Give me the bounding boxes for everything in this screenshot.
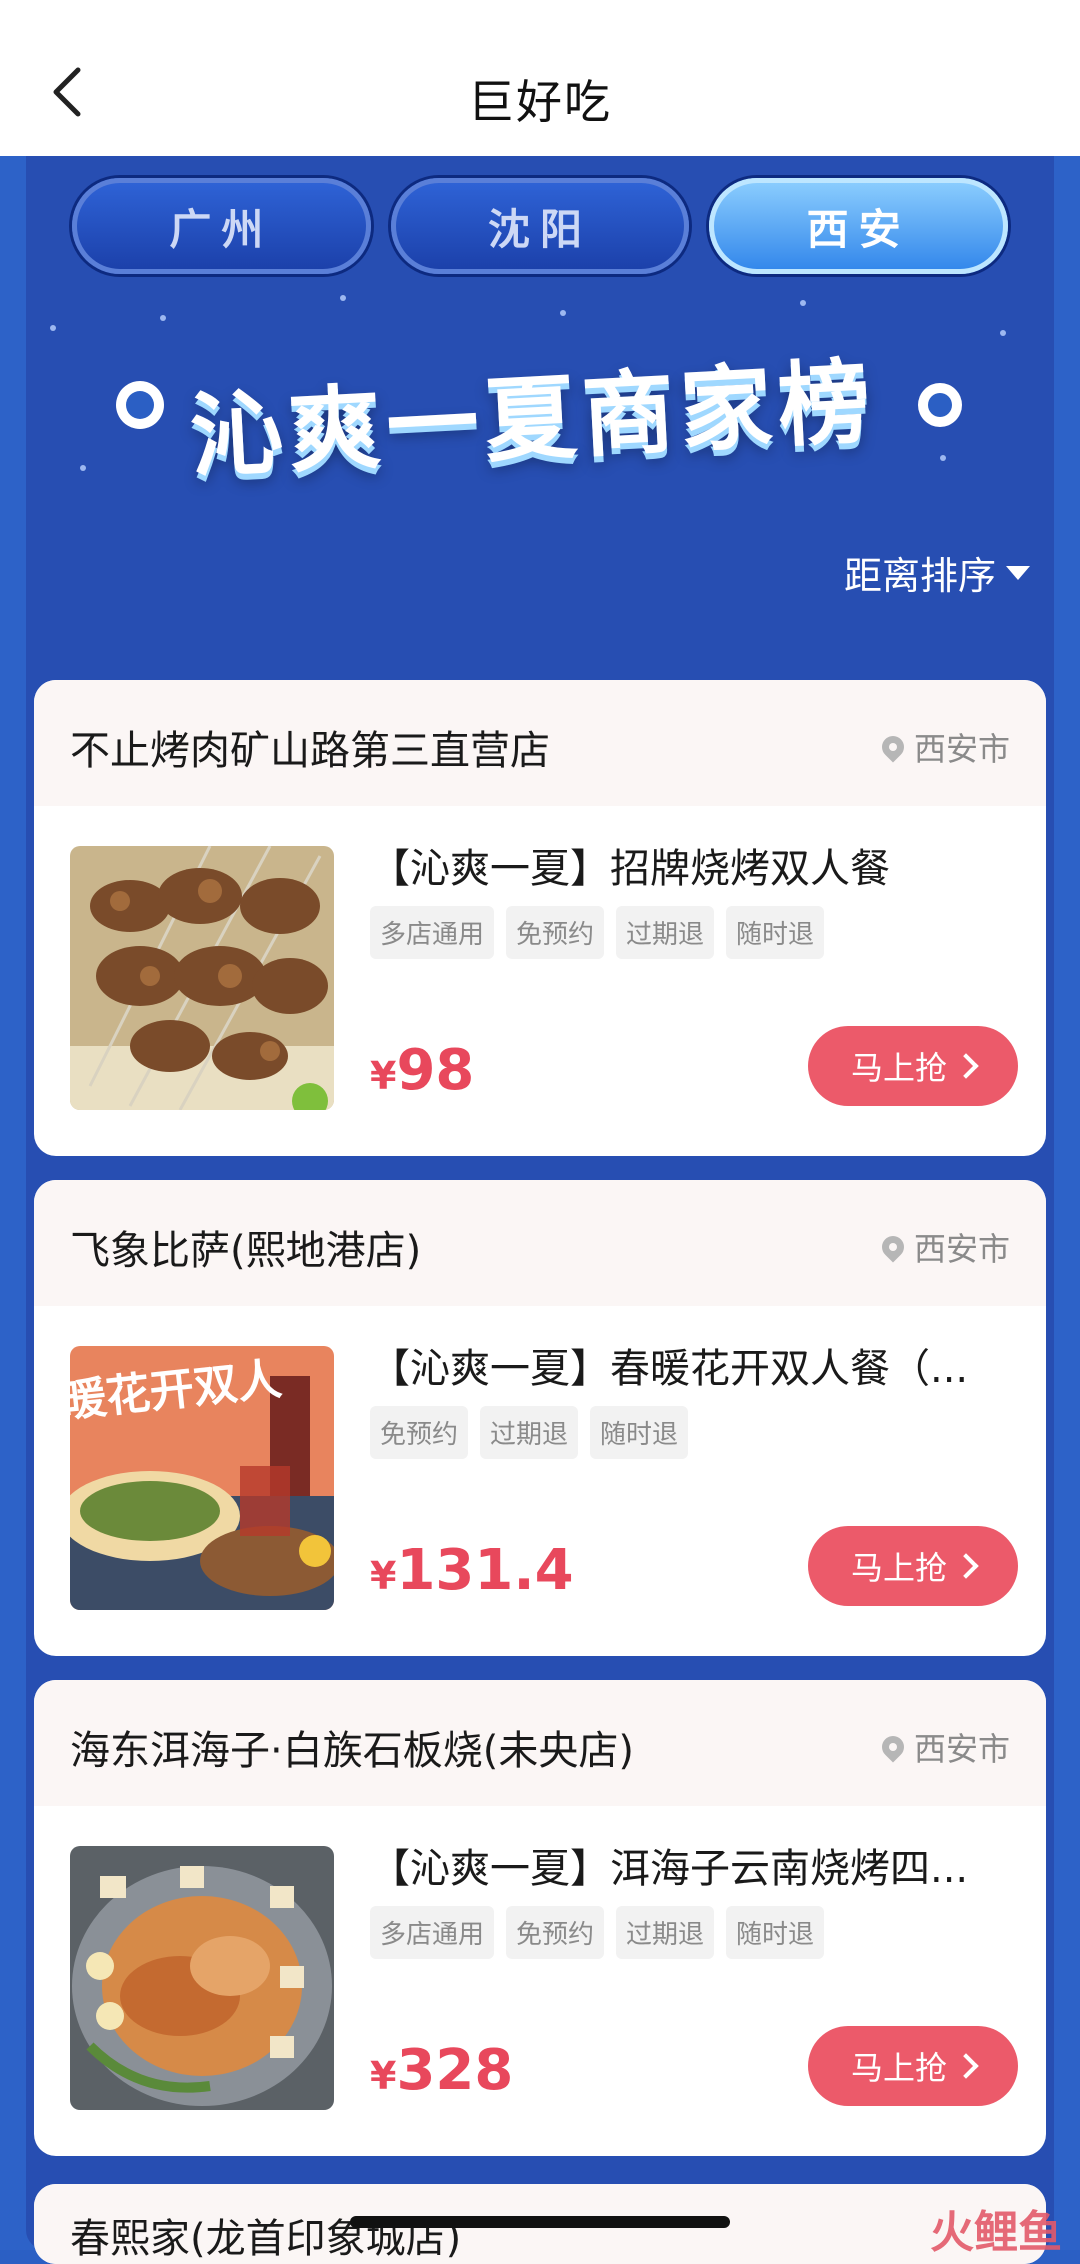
tab-xian[interactable]: 西安 — [709, 178, 1009, 274]
store-name: 春熙家(龙首印象城店) — [70, 2216, 462, 2262]
watermark-logo: 火鲤鱼 — [930, 2207, 1062, 2258]
price-value: 328 — [396, 2038, 514, 2103]
deal-image[interactable]: 暖花开双人 — [70, 1346, 334, 1610]
buy-now-button[interactable]: 马上抢 — [808, 1526, 1018, 1606]
deal-image[interactable] — [70, 846, 334, 1110]
snack-icon — [918, 383, 962, 427]
tag: 过期退 — [480, 1406, 579, 1459]
tag: 随时退 — [590, 1406, 689, 1459]
buy-now-label: 马上抢 — [850, 1549, 947, 1587]
buy-now-button[interactable]: 马上抢 — [808, 1026, 1018, 1106]
deal-title[interactable]: 【沁爽一夏】洱海子云南烧烤四... — [370, 1836, 1010, 1894]
price-value: 131.4 — [396, 1538, 574, 1603]
city-label: 西安市 — [913, 730, 1010, 768]
location-pin-icon — [877, 1231, 909, 1263]
chevron-right-icon — [953, 2053, 979, 2079]
tag: 多店通用 — [370, 906, 495, 959]
store-location: 西安市 — [877, 1724, 1010, 1770]
location-pin-icon — [877, 1731, 909, 1763]
buy-now-label: 马上抢 — [850, 1049, 947, 1087]
tag: 随时退 — [726, 906, 825, 959]
tab-guangzhou[interactable]: 广州 — [72, 178, 371, 274]
location-pin-icon — [877, 731, 909, 763]
banner: 沁爽一夏商家榜 — [40, 295, 1040, 505]
deal-price: ¥ 328 — [370, 2038, 513, 2103]
tag: 免预约 — [506, 1906, 605, 1959]
deal-image[interactable] — [70, 1846, 334, 2110]
store-location: 西安市 — [877, 1224, 1010, 1270]
currency-symbol: ¥ — [370, 2054, 397, 2098]
buy-now-button[interactable]: 马上抢 — [808, 2026, 1018, 2106]
card-header: 飞象比萨(熙地港店) 西安市 — [34, 1180, 1046, 1306]
card-body: 暖花开双人 【沁爽一夏】春暖花开双人餐（... 免预约 过期退 随时退 ¥ 13… — [34, 1306, 1046, 1656]
sort-label: 距离排序 — [843, 554, 996, 598]
city-tabs: 广州 沈阳 西安 — [72, 178, 1009, 274]
card-body: 【沁爽一夏】洱海子云南烧烤四... 多店通用 免预约 过期退 随时退 ¥ 328… — [34, 1806, 1046, 2156]
banner-title: 沁爽一夏商家榜 — [188, 348, 879, 491]
card-header: 不止烤肉矿山路第三直营店 西安市 — [34, 680, 1046, 806]
ice-cream-icon — [116, 381, 164, 429]
merchant-card[interactable]: 海东洱海子·白族石板烧(未央店) 西安市 【沁爽一夏】洱海子云南烧烤四... 多… — [34, 1680, 1046, 2156]
deal-title[interactable]: 【沁爽一夏】春暖花开双人餐（... — [370, 1336, 1010, 1394]
tag: 免预约 — [506, 906, 605, 959]
buy-now-label: 马上抢 — [850, 2049, 947, 2087]
deal-price: ¥ 131.4 — [370, 1538, 574, 1603]
page-title: 巨好吃 — [468, 75, 612, 129]
tag: 多店通用 — [370, 1906, 495, 1959]
currency-symbol: ¥ — [370, 1554, 397, 1598]
deal-tags: 免预约 过期退 随时退 — [370, 1406, 689, 1459]
tag: 随时退 — [726, 1906, 825, 1959]
store-name: 不止烤肉矿山路第三直营店 — [70, 728, 550, 774]
caret-down-icon — [1006, 565, 1030, 580]
city-label: 西安市 — [913, 1230, 1010, 1268]
merchant-card[interactable]: 飞象比萨(熙地港店) 西安市 暖花开双人 【沁爽一夏】春暖花开双人餐（... 免… — [34, 1180, 1046, 1656]
top-navigation-bar: 巨好吃 — [0, 0, 1080, 157]
chevron-right-icon — [953, 1053, 979, 1079]
card-header: 海东洱海子·白族石板烧(未央店) 西安市 — [34, 1680, 1046, 1806]
store-name: 海东洱海子·白族石板烧(未央店) — [70, 1728, 634, 1774]
price-value: 98 — [396, 1038, 475, 1103]
currency-symbol: ¥ — [370, 1054, 397, 1098]
deal-tags: 多店通用 免预约 过期退 随时退 — [370, 906, 825, 959]
tab-shenyang[interactable]: 沈阳 — [390, 178, 690, 274]
deal-tags: 多店通用 免预约 过期退 随时退 — [370, 1906, 825, 1959]
tag: 过期退 — [616, 1906, 715, 1959]
merchant-card[interactable]: 不止烤肉矿山路第三直营店 西安市 【沁爽一夏】招牌烧烤双人餐 多店通用 免预约 … — [34, 680, 1046, 1156]
tag: 免预约 — [370, 1406, 469, 1459]
home-indicator[interactable] — [350, 2216, 730, 2228]
deal-price: ¥ 98 — [370, 1038, 474, 1103]
card-body: 【沁爽一夏】招牌烧烤双人餐 多店通用 免预约 过期退 随时退 ¥ 98 马上抢 — [34, 806, 1046, 1156]
sort-dropdown[interactable]: 距离排序 — [844, 545, 1030, 600]
store-name: 飞象比萨(熙地港店) — [70, 1228, 422, 1274]
chevron-right-icon — [953, 1553, 979, 1579]
city-label: 西安市 — [913, 1730, 1010, 1768]
store-location: 西安市 — [877, 724, 1010, 770]
tag: 过期退 — [616, 906, 715, 959]
deal-title[interactable]: 【沁爽一夏】招牌烧烤双人餐 — [370, 836, 1010, 894]
